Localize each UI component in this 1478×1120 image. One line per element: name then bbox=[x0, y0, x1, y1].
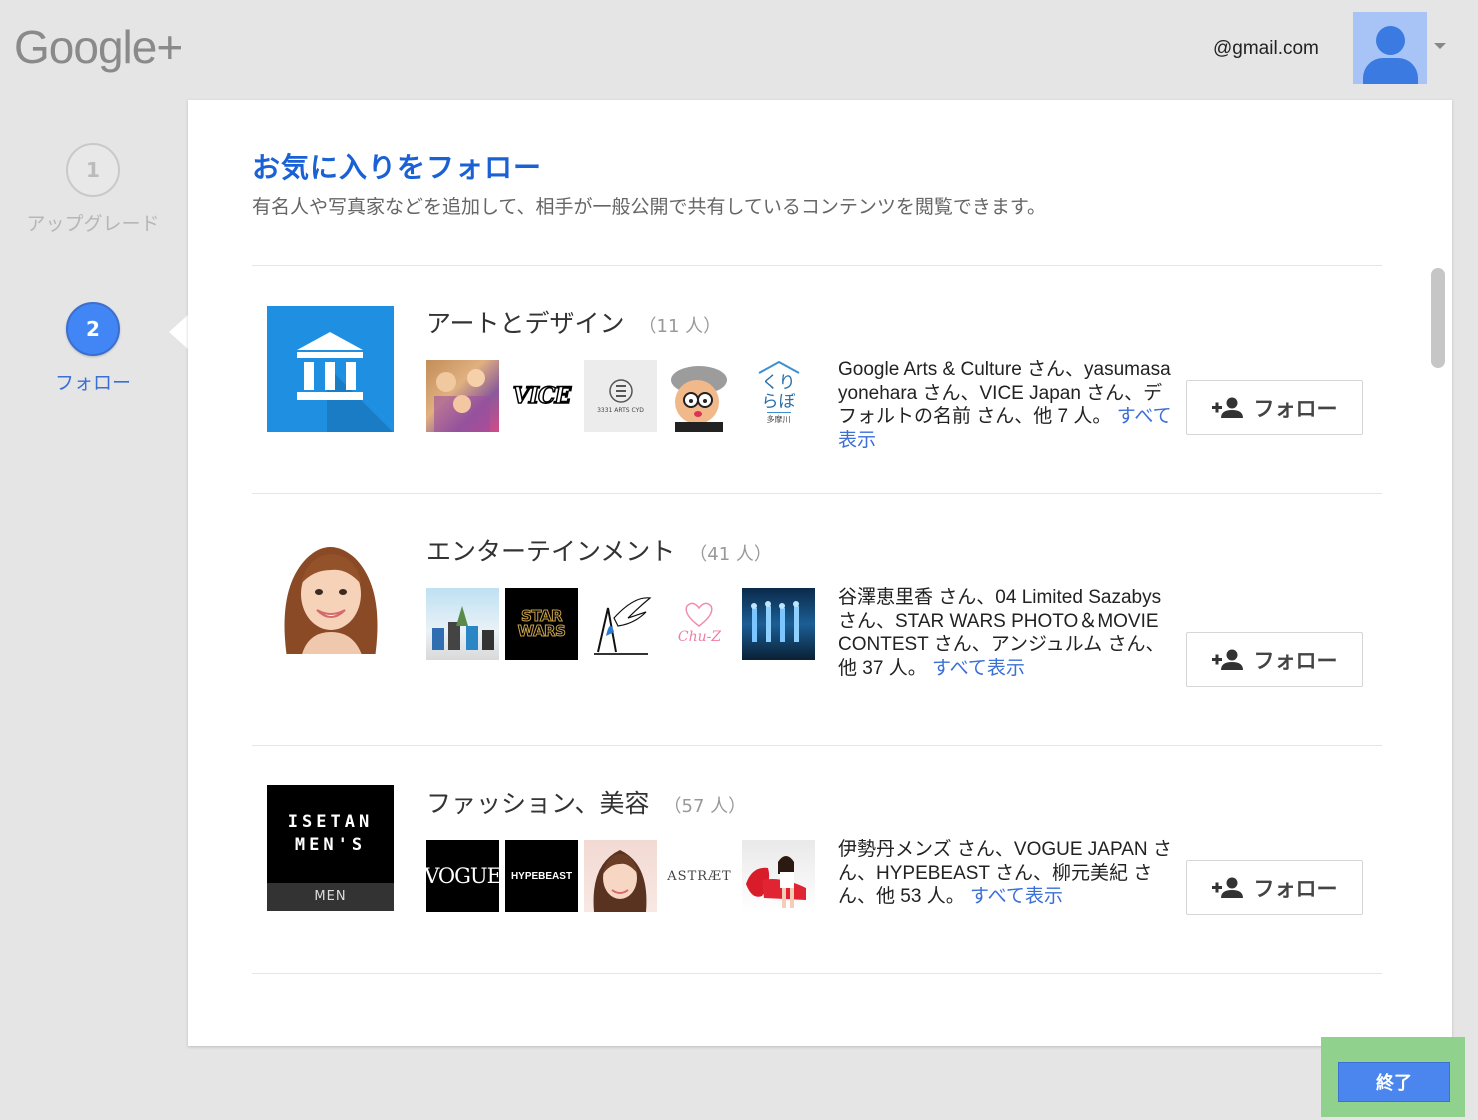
category-name-fashion[interactable]: ファッション、美容 （57 人） bbox=[426, 784, 746, 820]
show-all-link[interactable]: すべて表示 bbox=[970, 886, 1063, 907]
thumbnail-3331-text: 3331 ARTS CYD bbox=[597, 407, 644, 414]
vogue-logo-text: VOGUE bbox=[426, 864, 499, 888]
category-title: ファッション、美容 bbox=[426, 789, 650, 818]
hypebeast-logo-text: HYPEBEAST bbox=[510, 870, 573, 882]
avatar[interactable] bbox=[1353, 12, 1427, 84]
thumbnail-model[interactable] bbox=[742, 840, 815, 912]
follow-label: フォロー bbox=[1253, 648, 1338, 673]
divider bbox=[252, 973, 1382, 974]
thumbnail-photo[interactable] bbox=[426, 360, 499, 432]
page-subtitle: 有名人や写真家などを追加して、相手が一般公開で共有しているコンテンツを閲覧できま… bbox=[252, 196, 1047, 218]
men-band-text: MEN bbox=[267, 883, 394, 911]
kurirabo-text: くりらぼ bbox=[761, 373, 796, 412]
step-number-2: 2 bbox=[66, 302, 120, 356]
starwars-logo-text: STAR WARS bbox=[517, 607, 566, 640]
google-plus-logo[interactable]: Google+ bbox=[14, 20, 183, 74]
step-label-upgrade: アップグレード bbox=[26, 213, 160, 235]
chevron-down-icon[interactable] bbox=[1434, 43, 1446, 49]
category-row-art: アートとデザイン （11 人） VICE 3331 ARTS CYD くりらぼ 多… bbox=[252, 266, 1382, 492]
thumbnail-hypebeast[interactable]: HYPEBEAST bbox=[505, 840, 578, 912]
category-title: エンターテインメント bbox=[426, 537, 676, 566]
add-person-icon bbox=[1211, 649, 1244, 671]
category-description: 伊勢丹メンズ さん、VOGUE JAPAN さん、HYPEBEAST さん、柳元… bbox=[838, 838, 1174, 909]
follow-label: フォロー bbox=[1253, 396, 1338, 421]
category-name-art[interactable]: アートとデザイン （11 人） bbox=[426, 304, 721, 340]
thumbnail-3331[interactable]: 3331 ARTS CYD bbox=[584, 360, 657, 432]
thumbnail-vice[interactable]: VICE bbox=[505, 360, 578, 432]
avatar-head-shape bbox=[1376, 26, 1405, 55]
thumbnail-band[interactable] bbox=[426, 588, 499, 660]
category-title: アートとデザイン bbox=[426, 309, 625, 338]
entertainment-photo bbox=[267, 528, 394, 654]
member-count: （11 人） bbox=[638, 316, 722, 337]
category-name-entertainment[interactable]: エンターテインメント （41 人） bbox=[426, 532, 772, 568]
scrollbar-thumb[interactable] bbox=[1431, 268, 1445, 368]
step-number-1: 1 bbox=[66, 143, 120, 197]
category-row-fashion: ISETAN MEN'S MEN ファッション、美容 （57 人） VOGUE H… bbox=[252, 746, 1382, 972]
account-email: @gmail.com bbox=[1213, 38, 1319, 59]
mens-text: MEN'S bbox=[294, 835, 367, 855]
follow-button-fashion[interactable]: フォロー bbox=[1186, 860, 1363, 915]
astraet-logo-text: ASTRÆT bbox=[667, 868, 732, 884]
follow-button-entertainment[interactable]: フォロー bbox=[1186, 632, 1363, 687]
vice-logo-text: VICE bbox=[512, 382, 572, 410]
museum-icon bbox=[267, 306, 394, 432]
isetan-text: ISETAN bbox=[287, 812, 374, 832]
page-title: お気に入りをフォロー bbox=[252, 151, 543, 184]
step-upgrade: 1 アップグレード bbox=[20, 143, 166, 236]
step-label-follow: フォロー bbox=[54, 372, 131, 394]
thumbnail-chuz[interactable]: Chu-Z bbox=[663, 588, 736, 660]
step-follow: 2 フォロー bbox=[20, 302, 166, 395]
thumbnail-kurirabo[interactable]: くりらぼ 多摩川 bbox=[742, 360, 815, 432]
add-person-icon bbox=[1211, 877, 1244, 899]
member-count: （41 人） bbox=[689, 544, 772, 565]
follow-label: フォロー bbox=[1253, 876, 1338, 901]
isetan-mens-logo: ISETAN MEN'S MEN bbox=[267, 785, 394, 911]
thumbnail-cartoon[interactable] bbox=[663, 360, 736, 432]
avatar-body-shape bbox=[1363, 58, 1418, 84]
follow-card: お気に入りをフォロー 有名人や写真家などを追加して、相手が一般公開で共有している… bbox=[188, 100, 1452, 1046]
show-all-link[interactable]: すべて表示 bbox=[932, 658, 1025, 679]
category-description: 谷澤恵里香 さん、04 Limited Sazabys さん、STAR WARS… bbox=[838, 586, 1174, 680]
tamagawa-text: 多摩川 bbox=[766, 412, 791, 425]
thumbnail-astraet[interactable]: ASTRÆT bbox=[663, 840, 736, 912]
thumbnail-concert[interactable] bbox=[742, 588, 815, 660]
thumbnail-angerme[interactable] bbox=[584, 588, 657, 660]
follow-button-art[interactable]: フォロー bbox=[1186, 380, 1363, 435]
thumbnail-starwars[interactable]: STAR WARS bbox=[505, 588, 578, 660]
thumbnail-vogue[interactable]: VOGUE bbox=[426, 840, 499, 912]
add-person-icon bbox=[1211, 397, 1244, 419]
thumbnail-woman[interactable] bbox=[584, 840, 657, 912]
finish-button[interactable]: 終了 bbox=[1338, 1062, 1450, 1102]
category-row-entertainment: エンターテインメント （41 人） STAR WARS Chu-Z 谷澤恵里香 さ… bbox=[252, 494, 1382, 720]
category-description: Google Arts & Culture さん、yasumasa yoneha… bbox=[838, 358, 1174, 452]
member-count: （57 人） bbox=[663, 796, 747, 817]
card-pointer bbox=[169, 314, 189, 350]
